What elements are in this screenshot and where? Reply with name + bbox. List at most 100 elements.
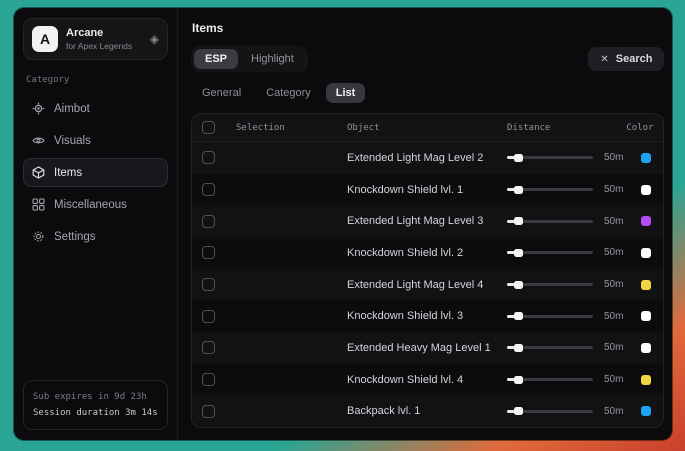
color-swatch[interactable] [641,343,651,353]
table-row[interactable]: Extended Light Mag Level 3 50m [192,205,663,237]
color-swatch[interactable] [641,406,651,416]
color-swatch[interactable] [641,375,651,385]
slider-thumb[interactable] [514,217,523,225]
color-swatch[interactable] [641,311,651,321]
toolbar: ESP Highlight ✕ Search [191,46,664,72]
color-swatch[interactable] [641,280,651,290]
distance-cell: 50m [507,311,623,322]
mode-tab-group: ESP Highlight [191,46,308,72]
color-swatch[interactable] [641,216,651,226]
color-swatch[interactable] [641,248,651,258]
sidebar-item-settings[interactable]: Settings [23,222,168,251]
object-cell: Knockdown Shield lvl. 3 [347,310,507,322]
color-swatch[interactable] [641,153,651,163]
tab-esp[interactable]: ESP [194,49,238,69]
distance-cell: 50m [507,247,623,258]
app-subtitle: for Apex Legends [66,41,142,52]
table-row[interactable]: Knockdown Shield lvl. 1 50m [192,174,663,206]
row-checkbox[interactable] [202,405,215,418]
distance-slider[interactable] [507,220,593,223]
distance-slider[interactable] [507,378,593,381]
row-checkbox[interactable] [202,183,215,196]
row-checkbox[interactable] [202,278,215,291]
table-row[interactable]: Knockdown Shield lvl. 4 50m [192,364,663,396]
row-checkbox[interactable] [202,373,215,386]
sidebar-item-label: Visuals [54,135,91,147]
sidebar-item-aimbot[interactable]: Aimbot [23,94,168,123]
slider-thumb[interactable] [514,154,523,162]
slider-thumb[interactable] [514,407,523,415]
distance-value: 50m [604,279,623,290]
slider-thumb[interactable] [514,249,523,257]
gear-icon [32,230,45,243]
distance-cell: 50m [507,152,623,163]
table-body: Extended Light Mag Level 2 50m Knockdown… [192,142,663,427]
sidebar-item-miscellaneous[interactable]: Miscellaneous [23,190,168,219]
brand-card: A Arcane for Apex Legends ◈ [23,18,168,60]
diamond-emblem-icon[interactable]: ◈ [150,32,159,46]
slider-thumb[interactable] [514,344,523,352]
distance-value: 50m [604,374,623,385]
page-title: Items [192,21,664,35]
sidebar-section-label: Category [26,75,165,85]
search-button[interactable]: ✕ Search [588,47,664,71]
distance-slider[interactable] [507,283,593,286]
color-swatch[interactable] [641,185,651,195]
distance-value: 50m [604,342,623,353]
distance-value: 50m [604,406,623,417]
distance-slider[interactable] [507,315,593,318]
row-checkbox[interactable] [202,151,215,164]
sidebar-item-label: Settings [54,231,96,243]
tab-category[interactable]: Category [256,83,321,103]
crosshair-icon [32,102,45,115]
object-cell: Extended Light Mag Level 2 [347,152,507,164]
slider-thumb[interactable] [514,376,523,384]
object-cell: Knockdown Shield lvl. 4 [347,374,507,386]
table-row[interactable]: Extended Light Mag Level 2 50m [192,142,663,174]
sidebar-item-label: Aimbot [54,103,90,115]
object-cell: Extended Heavy Mag Level 1 [347,342,507,354]
table-row[interactable]: Extended Light Mag Level 4 50m [192,269,663,301]
row-checkbox[interactable] [202,246,215,259]
table-row[interactable]: Knockdown Shield lvl. 2 50m [192,237,663,269]
slider-thumb[interactable] [514,186,523,194]
select-all-checkbox[interactable] [202,121,215,134]
distance-value: 50m [604,184,623,195]
table-row[interactable]: Knockdown Shield lvl. 3 50m [192,300,663,332]
object-cell: Knockdown Shield lvl. 1 [347,184,507,196]
distance-value: 50m [604,152,623,163]
slider-thumb[interactable] [514,312,523,320]
distance-value: 50m [604,311,623,322]
sidebar-item-visuals[interactable]: Visuals [23,126,168,155]
items-table: Selection Object Distance Color Extended… [191,113,664,428]
distance-cell: 50m [507,279,623,290]
distance-slider[interactable] [507,156,593,159]
row-checkbox[interactable] [202,310,215,323]
tab-list[interactable]: List [326,83,366,103]
row-checkbox[interactable] [202,341,215,354]
table-row[interactable]: Extended Heavy Mag Level 1 50m [192,332,663,364]
sidebar-item-items[interactable]: Items [23,158,168,187]
column-header-selection: Selection [236,123,347,133]
distance-value: 50m [604,247,623,258]
distance-slider[interactable] [507,188,593,191]
eye-icon [32,134,45,147]
main-panel: Items ESP Highlight ✕ Search General Cat… [178,8,672,440]
sidebar-spacer [23,254,168,380]
tab-highlight[interactable]: Highlight [240,49,305,69]
row-checkbox[interactable] [202,215,215,228]
object-cell: Knockdown Shield lvl. 2 [347,247,507,259]
distance-slider[interactable] [507,251,593,254]
slider-thumb[interactable] [514,281,523,289]
table-row[interactable]: Backpack lvl. 1 50m [192,395,663,427]
object-cell: Extended Light Mag Level 4 [347,279,507,291]
distance-cell: 50m [507,342,623,353]
distance-slider[interactable] [507,346,593,349]
sidebar-item-label: Miscellaneous [54,199,127,211]
cube-icon [32,166,45,179]
distance-value: 50m [604,216,623,227]
app-logo: A [32,26,58,52]
app-window: A Arcane for Apex Legends ◈ Category Aim… [14,8,672,440]
tab-general[interactable]: General [192,83,251,103]
distance-slider[interactable] [507,410,593,413]
